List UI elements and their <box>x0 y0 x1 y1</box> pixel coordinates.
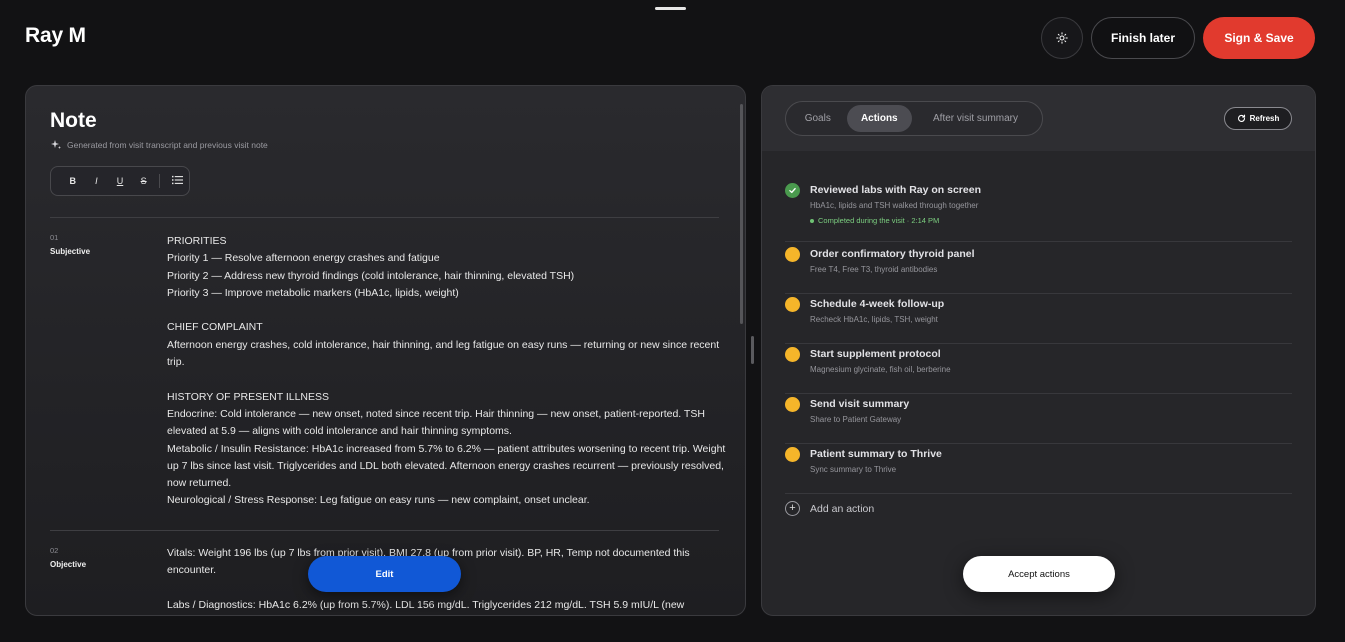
action-subtitle: Free T4, Free T3, thyroid antibodies <box>810 265 938 274</box>
action-completed-text: Completed during the visit · 2:14 PM <box>818 216 940 225</box>
formatting-toolbar: B I U S <box>50 166 190 196</box>
edit-button[interactable]: Edit <box>308 556 461 592</box>
note-line: Afternoon energy crashes, cold intoleran… <box>167 338 720 369</box>
sparkle-icon <box>51 140 61 149</box>
action-item[interactable]: Patient summary to Thrive Sync summary to… <box>785 444 1292 494</box>
add-action-button[interactable]: + Add an action <box>785 501 874 516</box>
note-panel: Note Generated from visit transcript and… <box>25 85 746 616</box>
action-subtitle: Sync summary to Thrive <box>810 465 897 474</box>
refresh-icon <box>1237 114 1245 122</box>
pending-status-icon <box>785 247 800 262</box>
note-subtitle: Generated from visit transcript and prev… <box>50 139 268 151</box>
action-subtitle: Recheck HbA1c, lipids, TSH, weight <box>810 315 938 324</box>
note-line: CHIEF COMPLAINT <box>167 321 263 334</box>
bold-button[interactable]: B <box>61 176 85 186</box>
section-number: 02 <box>50 546 59 555</box>
strikethrough-button[interactable]: S <box>132 176 156 186</box>
section-number: 01 <box>50 233 59 242</box>
pending-status-icon <box>785 297 800 312</box>
note-scrollbar[interactable] <box>740 104 743 324</box>
italic-button[interactable]: I <box>85 176 109 186</box>
refresh-label: Refresh <box>1249 114 1280 123</box>
note-line: Neurological / Stress Response: Leg fati… <box>167 494 590 507</box>
action-item[interactable]: Send visit summary Share to Patient Gatew… <box>785 394 1292 444</box>
note-line: HISTORY OF PRESENT ILLNESS <box>167 390 330 403</box>
tab-actions[interactable]: Actions <box>846 105 913 132</box>
pending-status-icon <box>785 397 800 412</box>
action-title: Patient summary to Thrive <box>810 448 942 460</box>
action-title: Order confirmatory thyroid panel <box>810 248 975 260</box>
subjective-body[interactable]: PRIORITIES Priority 1 — Resolve afternoon… <box>167 233 727 510</box>
note-line: Labs / Diagnostics: HbA1c 6.2% (up from … <box>167 598 685 611</box>
check-circle-icon <box>785 183 800 198</box>
note-line: Metabolic / Insulin Resistance: HbA1c in… <box>167 442 726 490</box>
action-subtitle: Share to Patient Gateway <box>810 415 902 424</box>
accept-actions-button[interactable]: Accept actions <box>963 556 1115 592</box>
actions-header: Goals Actions After visit summary Refres… <box>762 86 1315 151</box>
toolbar-divider <box>159 174 161 188</box>
section-name-objective: Objective <box>50 560 87 569</box>
panel-resize-handle[interactable] <box>751 336 754 364</box>
note-title: Note <box>50 109 97 132</box>
header-actions: Finish later Sign & Save <box>1041 17 1315 59</box>
window-drag-handle[interactable] <box>655 7 686 10</box>
add-action-label: Add an action <box>810 502 875 515</box>
list-icon <box>171 175 183 185</box>
action-item[interactable]: Order confirmatory thyroid panel Free T4,… <box>785 244 1292 294</box>
action-subtitle: HbA1c, lipids and TSH walked through tog… <box>810 201 979 210</box>
note-line: PRIORITIES <box>167 235 227 247</box>
action-item[interactable]: Start supplement protocol Magnesium glyci… <box>785 344 1292 394</box>
sign-save-button[interactable]: Sign & Save <box>1203 17 1315 59</box>
bullet-list-button[interactable] <box>165 175 189 187</box>
note-subtitle-text: Generated from visit transcript and prev… <box>67 140 268 150</box>
underline-button[interactable]: U <box>108 176 132 186</box>
sun-icon <box>1056 32 1068 44</box>
tab-after-visit-summary[interactable]: After visit summary <box>912 105 1039 132</box>
action-title: Reviewed labs with Ray on screen <box>810 184 981 196</box>
action-item[interactable]: Reviewed labs with Ray on screen HbA1c, l… <box>785 180 1292 242</box>
action-subtitle: Magnesium glycinate, fish oil, berberine <box>810 365 951 374</box>
actions-tabs: Goals Actions After visit summary <box>785 101 1043 136</box>
theme-toggle-button[interactable] <box>1041 17 1083 59</box>
finish-later-button[interactable]: Finish later <box>1091 17 1195 59</box>
tab-goals[interactable]: Goals <box>789 105 847 132</box>
pending-status-icon <box>785 347 800 362</box>
action-completed-note: Completed during the visit · 2:14 PM <box>810 216 939 225</box>
note-line: Priority 1 — Resolve afternoon energy cr… <box>167 252 440 265</box>
action-title: Schedule 4-week follow-up <box>810 298 945 310</box>
status-dot-icon <box>810 218 814 223</box>
action-title: Start supplement protocol <box>810 348 941 360</box>
section-name-subjective: Subjective <box>50 247 91 256</box>
refresh-button[interactable]: Refresh <box>1224 107 1292 130</box>
note-line: Priority 2 — Address new thyroid finding… <box>167 269 575 282</box>
action-title: Send visit summary <box>810 398 910 410</box>
pending-status-icon <box>785 447 800 462</box>
action-item[interactable]: Schedule 4-week follow-up Recheck HbA1c, … <box>785 294 1292 344</box>
note-line: Endocrine: Cold intolerance — new onset,… <box>167 407 705 438</box>
section-divider <box>50 217 719 218</box>
patient-name: Ray M <box>25 24 86 47</box>
section-divider <box>50 530 719 531</box>
note-line: Priority 3 — Improve metabolic markers (… <box>167 286 459 299</box>
actions-panel: Goals Actions After visit summary Refres… <box>761 85 1316 616</box>
plus-icon: + <box>785 501 800 516</box>
